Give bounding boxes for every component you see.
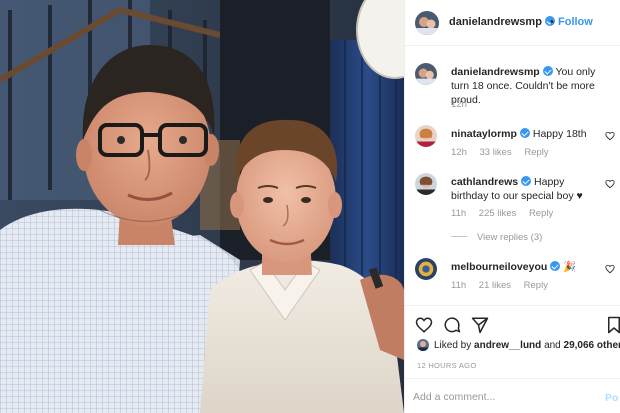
comment-icon	[444, 317, 461, 333]
comment-time[interactable]: 11h	[451, 208, 466, 219]
comment-avatar[interactable]	[415, 258, 437, 280]
heart-icon	[605, 179, 615, 189]
post-header: danielandrewsmp • Follow	[405, 0, 620, 46]
comment-likes[interactable]: 21 likes	[479, 280, 511, 291]
comment-body: 🎉	[563, 261, 577, 273]
post-photo[interactable]	[0, 0, 404, 413]
comments-list[interactable]: danielandrewsmp You only turn 18 once. C…	[405, 47, 620, 302]
header-separator: •	[550, 16, 554, 28]
comment-meta: 11h 225 likes Reply	[451, 208, 563, 219]
comment-reply-button[interactable]: Reply	[529, 208, 553, 219]
heart-icon	[605, 264, 615, 274]
caption-username[interactable]: danielandrewsmp	[451, 66, 540, 78]
likes-count[interactable]: 29,066 others	[564, 340, 620, 351]
comment-text: melbourneiloveyou 🎉	[451, 260, 603, 274]
comment-text: cathlandrews Happy birthday to our speci…	[451, 175, 603, 203]
verified-badge-icon	[550, 261, 561, 271]
comment-likes[interactable]: 225 likes	[479, 208, 517, 219]
action-bar	[405, 305, 620, 341]
comment-likes[interactable]: 33 likes	[480, 147, 512, 158]
author-avatar[interactable]	[415, 11, 439, 35]
comment-time[interactable]: 11h	[451, 280, 466, 291]
comment-like-button[interactable]	[605, 179, 615, 189]
verified-badge-icon	[542, 66, 553, 76]
heart-icon	[415, 317, 433, 333]
comment-like-button[interactable]	[605, 131, 615, 141]
comment-text: ninataylormp Happy 18th	[451, 127, 603, 141]
author-username[interactable]: danielandrewsmp	[449, 16, 555, 28]
verified-badge-icon	[521, 176, 532, 186]
comment-body: Happy 18th	[532, 128, 587, 140]
comment-reply-button[interactable]: Reply	[524, 280, 548, 291]
comment-like-button[interactable]	[605, 264, 615, 274]
comment-button[interactable]	[443, 316, 461, 334]
verified-badge-icon	[519, 128, 530, 138]
comment-reply-button[interactable]: Reply	[524, 147, 548, 158]
post-comment-button[interactable]: Po	[605, 392, 618, 404]
add-comment-bar: Po	[405, 378, 620, 413]
view-replies-button[interactable]: View replies (3)	[451, 232, 542, 243]
post-sidebar: danielandrewsmp • Follow danielandrewsmp…	[404, 0, 620, 413]
heart-icon	[605, 131, 615, 141]
comment-avatar[interactable]	[415, 173, 437, 195]
comment-username[interactable]: cathlandrews	[451, 176, 518, 188]
caption-avatar[interactable]	[415, 63, 437, 85]
save-button[interactable]	[605, 316, 620, 334]
comment-username[interactable]: ninataylormp	[451, 128, 517, 140]
paper-plane-icon	[471, 317, 489, 334]
like-button[interactable]	[415, 316, 433, 334]
likes-summary: Liked by andrew__lund and 29,066 others	[405, 338, 620, 354]
comment-time[interactable]: 12h	[451, 147, 467, 158]
comment-username[interactable]: melbourneiloveyou	[451, 261, 547, 273]
share-button[interactable]	[471, 316, 489, 334]
caption-time[interactable]: 12h	[451, 99, 467, 110]
bookmark-icon	[608, 316, 620, 334]
post-image	[0, 0, 404, 413]
follow-button[interactable]: Follow	[558, 16, 593, 28]
comment-input[interactable]	[413, 388, 583, 406]
post-timestamp[interactable]: 12 HOURS AGO	[417, 361, 476, 370]
comment-avatar[interactable]	[415, 125, 437, 147]
comment-meta: 11h 21 likes Reply	[451, 280, 558, 291]
liker-username[interactable]: andrew__lund	[474, 340, 541, 351]
caption-meta: 12h	[451, 99, 477, 110]
replies-divider	[451, 236, 467, 237]
likes-text: Liked by andrew__lund and 29,066 others	[434, 340, 620, 351]
liker-avatar[interactable]	[417, 339, 429, 351]
comment-meta: 12h 33 likes Reply	[451, 147, 559, 158]
